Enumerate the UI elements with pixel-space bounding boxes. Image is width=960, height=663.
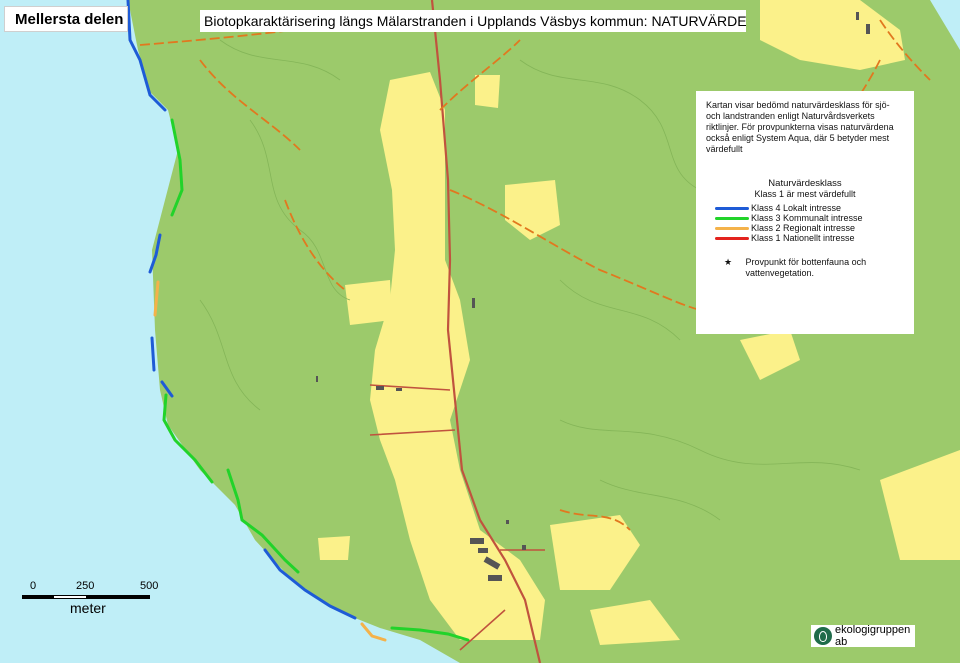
logo-text: ekologigruppen ab — [835, 624, 911, 648]
scale-tick-label: 500 — [140, 580, 159, 592]
scale-tick-label: 0 — [30, 580, 37, 592]
legend-item-label: Klass 1 Nationellt intresse — [751, 232, 855, 243]
sample-point-label: Provpunkt för bottenfauna och vattenvege… — [745, 257, 867, 278]
legend-subheading: Klass 1 är mest värdefullt — [754, 189, 856, 199]
scale-segment — [22, 595, 54, 599]
legend-sample-point: ★ Provpunkt för bottenfauna och vattenve… — [706, 257, 904, 279]
legend-box: Kartan visar bedömd naturvärdesklass för… — [696, 91, 914, 334]
class-1-swatch — [715, 236, 749, 240]
logo: ekologigruppen ab — [811, 624, 915, 648]
scale-tick-label: 250 — [76, 580, 95, 592]
legend-item: Klass 2 Regionalt intresse — [715, 223, 904, 233]
class-4-swatch — [715, 206, 749, 210]
leaf-icon — [814, 627, 832, 645]
part-label: Mellersta delen — [4, 6, 128, 32]
class-2-swatch — [715, 226, 749, 230]
legend-item: Klass 1 Nationellt intresse — [715, 233, 904, 243]
scale-segment — [54, 595, 86, 599]
map-title: Biotopkaraktärisering längs Mälarstrande… — [200, 10, 747, 32]
legend-item: Klass 4 Lokalt intresse — [715, 203, 904, 213]
scale-bar: 0 250 500 meter — [20, 580, 170, 620]
shore-class-4-mid2 — [150, 336, 156, 372]
legend-item: Klass 3 Kommunalt intresse — [715, 213, 904, 223]
legend-description: Kartan visar bedömd naturvärdesklass för… — [706, 100, 894, 154]
scale-segment — [86, 595, 150, 599]
scale-unit: meter — [70, 600, 106, 616]
star-icon: ★ — [724, 257, 733, 267]
class-3-swatch — [715, 216, 749, 220]
legend-heading: Naturvärdesklass — [768, 178, 842, 189]
legend-class-list: Klass 4 Lokalt intresse Klass 3 Kommunal… — [706, 203, 904, 243]
